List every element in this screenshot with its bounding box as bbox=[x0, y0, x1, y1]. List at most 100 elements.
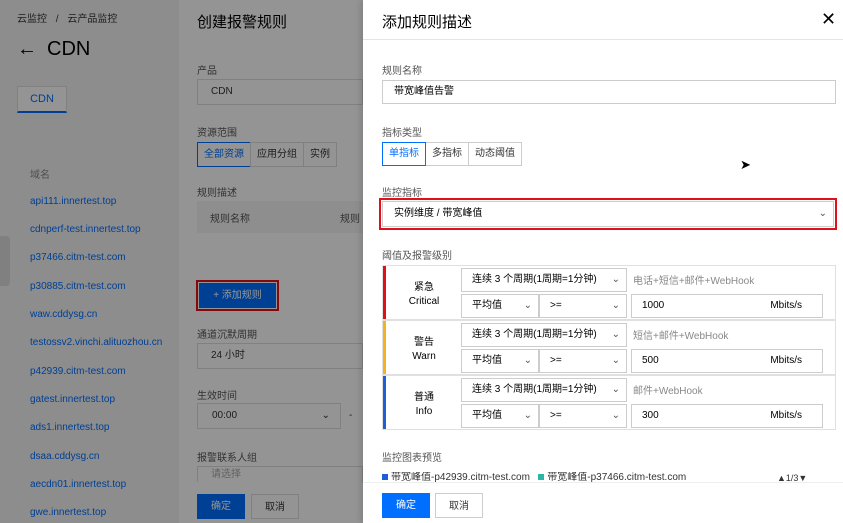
monitor-metric-select[interactable]: 实例维度 / 带宽峰值 ⌄ bbox=[379, 198, 837, 230]
unit-label: Mbits/s bbox=[770, 355, 802, 366]
operator-select[interactable]: >= ⌄ bbox=[539, 294, 627, 318]
product-select[interactable]: CDN bbox=[197, 79, 363, 105]
domain-link[interactable]: p37466.citm-test.com bbox=[30, 252, 126, 263]
chevron-down-icon: ⌄ bbox=[611, 410, 620, 421]
level-name: 警告 bbox=[414, 337, 434, 348]
silence-select[interactable]: 24 小时 bbox=[197, 343, 363, 369]
sidebar-handle[interactable] bbox=[0, 236, 10, 286]
level-name: 紧急 bbox=[414, 282, 434, 293]
stat-select[interactable]: 平均值 ⌄ bbox=[461, 294, 539, 318]
legend-item[interactable]: 带宽峰值-p37466.citm-test.com bbox=[547, 472, 686, 482]
tab-cdn[interactable]: CDN bbox=[17, 86, 67, 113]
drawer-cancel-button[interactable]: 取消 bbox=[435, 493, 483, 518]
scope-instance[interactable]: 实例 bbox=[303, 142, 337, 167]
cancel-button[interactable]: 取消 bbox=[251, 494, 299, 519]
domain-link[interactable]: waw.cddysg.cn bbox=[30, 309, 97, 320]
effective-time-start-select[interactable]: 00:00 ⌄ bbox=[197, 403, 341, 429]
notify-methods: 电话+短信+邮件+WebHook bbox=[633, 276, 755, 287]
domain-link[interactable]: api111.innertest.top bbox=[30, 196, 116, 207]
metric-type-dynamic[interactable]: 动态阈值 bbox=[468, 142, 522, 166]
effective-time-value: 00:00 bbox=[212, 410, 238, 421]
legend-swatch bbox=[538, 474, 545, 481]
page-title-text: CDN bbox=[47, 38, 91, 60]
chevron-down-icon: ⌄ bbox=[611, 355, 620, 366]
domain-link[interactable]: aecdn01.innertest.top bbox=[30, 479, 126, 490]
period-select[interactable]: 连续 3 个周期(1周期=1分钟) ⌄ bbox=[461, 268, 627, 292]
product-label: 产品 bbox=[197, 66, 217, 77]
operator-value: >= bbox=[550, 410, 562, 421]
threshold-value: 500 bbox=[642, 355, 659, 366]
metric-type-label: 指标类型 bbox=[382, 128, 422, 139]
chevron-down-icon: ⌄ bbox=[611, 384, 620, 395]
breadcrumb-item[interactable]: 云监控 bbox=[17, 14, 47, 25]
column-header-rule: 规则 bbox=[340, 213, 360, 225]
chevron-down-icon: ⌄ bbox=[523, 355, 532, 366]
level-label: 普通 Info bbox=[386, 376, 462, 429]
chart-legend: 带宽峰值-p42939.citm-test.com 带宽峰值-p37466.ci… bbox=[382, 472, 822, 482]
mouse-cursor-icon: ➤ bbox=[740, 157, 751, 172]
unit-label: Mbits/s bbox=[770, 300, 802, 311]
scope-app-group[interactable]: 应用分组 bbox=[250, 142, 304, 167]
stat-select[interactable]: 平均值 ⌄ bbox=[461, 349, 539, 373]
level-name-en: Critical bbox=[408, 296, 440, 307]
operator-select[interactable]: >= ⌄ bbox=[539, 404, 627, 428]
effective-time-label: 生效时间 bbox=[197, 391, 237, 402]
confirm-button[interactable]: 确定 bbox=[197, 494, 245, 519]
page-title: ← CDN bbox=[17, 38, 90, 61]
threshold-value: 1000 bbox=[642, 300, 665, 311]
domain-link[interactable]: testossv2.vinchi.alituozhou.cn bbox=[30, 337, 162, 348]
back-arrow-icon[interactable]: ← bbox=[17, 38, 37, 60]
column-header-domain: 域名 bbox=[30, 170, 50, 181]
rule-name-input[interactable]: 带宽峰值告警 bbox=[382, 80, 836, 104]
period-select[interactable]: 连续 3 个周期(1周期=1分钟) ⌄ bbox=[461, 323, 627, 347]
column-header-rule-name: 规则名称 bbox=[210, 213, 250, 225]
metric-type-single[interactable]: 单指标 bbox=[382, 142, 426, 166]
rule-name-label: 规则名称 bbox=[382, 66, 422, 77]
contacts-select[interactable]: 请选择 bbox=[197, 466, 363, 482]
monitor-metric-value: 实例维度 / 带宽峰值 bbox=[394, 208, 483, 219]
chevron-down-icon: ⌄ bbox=[523, 300, 532, 311]
threshold-row-critical: 紧急 Critical 连续 3 个周期(1周期=1分钟) ⌄ 电话+短信+邮件+… bbox=[382, 265, 836, 320]
notify-methods: 短信+邮件+WebHook bbox=[633, 331, 729, 342]
domain-link[interactable]: dsaa.cddysg.cn bbox=[30, 451, 100, 462]
notify-methods: 邮件+WebHook bbox=[633, 386, 703, 397]
stat-value: 平均值 bbox=[472, 300, 502, 311]
breadcrumb-item[interactable]: 云产品监控 bbox=[67, 14, 117, 25]
level-label: 警告 Warn bbox=[386, 321, 462, 374]
period-value: 连续 3 个周期(1周期=1分钟) bbox=[472, 274, 597, 285]
divider bbox=[363, 39, 843, 40]
scope-segmented: 全部资源 应用分组 实例 bbox=[197, 142, 337, 167]
operator-value: >= bbox=[550, 355, 562, 366]
operator-value: >= bbox=[550, 300, 562, 311]
domain-link[interactable]: cdnperf-test.innertest.top bbox=[30, 224, 141, 235]
threshold-value-input[interactable]: 300 Mbits/s bbox=[631, 404, 823, 428]
chevron-down-icon: ⌄ bbox=[321, 410, 330, 421]
unit-label: Mbits/s bbox=[770, 410, 802, 421]
drawer-confirm-button[interactable]: 确定 bbox=[382, 493, 430, 518]
domain-link[interactable]: p42939.citm-test.com bbox=[30, 366, 126, 377]
operator-select[interactable]: >= ⌄ bbox=[539, 349, 627, 373]
legend-pager[interactable]: ▲1/3▼ bbox=[777, 472, 807, 482]
period-select[interactable]: 连续 3 个周期(1周期=1分钟) ⌄ bbox=[461, 378, 627, 402]
breadcrumb: 云监控 / 云产品监控 bbox=[17, 10, 123, 25]
monitor-metric-label: 监控指标 bbox=[382, 188, 422, 199]
domain-link[interactable]: gwe.innertest.top bbox=[30, 507, 106, 518]
close-icon[interactable]: ✕ bbox=[821, 10, 836, 28]
threshold-value-input[interactable]: 1000 Mbits/s bbox=[631, 294, 823, 318]
scope-all-resources[interactable]: 全部资源 bbox=[197, 142, 251, 167]
stat-value: 平均值 bbox=[472, 410, 502, 421]
metric-type-multi[interactable]: 多指标 bbox=[425, 142, 469, 166]
legend-item[interactable]: 带宽峰值-p42939.citm-test.com bbox=[391, 472, 530, 482]
domain-link[interactable]: ads1.innertest.top bbox=[30, 422, 110, 433]
threshold-value-input[interactable]: 500 Mbits/s bbox=[631, 349, 823, 373]
domain-link[interactable]: gatest.innertest.top bbox=[30, 394, 115, 405]
time-range-dash: - bbox=[349, 410, 353, 421]
level-name: 普通 bbox=[414, 392, 434, 403]
add-rule-button[interactable]: + 添加规则 bbox=[196, 280, 279, 311]
domain-link[interactable]: p30885.citm-test.com bbox=[30, 281, 126, 292]
stat-select[interactable]: 平均值 ⌄ bbox=[461, 404, 539, 428]
chevron-down-icon: ⌄ bbox=[611, 329, 620, 340]
create-rule-panel: 创建报警规则 产品 CDN 资源范围 全部资源 应用分组 实例 规则描述 规则名… bbox=[179, 0, 363, 523]
threshold-value: 300 bbox=[642, 410, 659, 421]
level-label: 紧急 Critical bbox=[386, 266, 462, 319]
